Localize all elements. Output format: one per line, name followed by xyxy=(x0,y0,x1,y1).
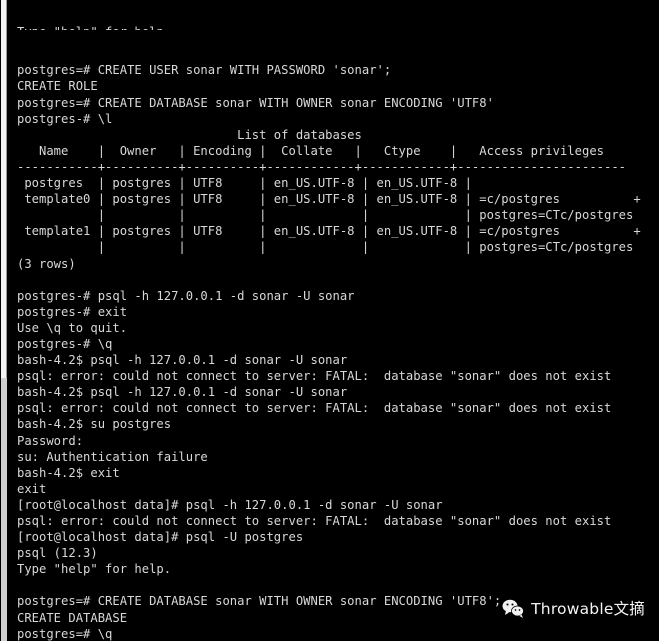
terminal-line: (3 rows) xyxy=(17,256,76,271)
terminal-line: psql (12.3) xyxy=(17,546,98,561)
terminal-line: postgres-# exit xyxy=(17,304,128,319)
terminal-line: Name | Owner | Encoding | Collate | Ctyp… xyxy=(17,143,604,158)
terminal-line: | | | | | postgres=CTc/postgres xyxy=(17,208,634,223)
terminal-line: CREATE DATABASE xyxy=(17,610,128,625)
terminal-line: bash-4.2$ exit xyxy=(17,465,120,480)
terminal-line: postgres=# CREATE DATABASE sonar WITH OW… xyxy=(17,594,502,609)
terminal-line: postgres-# \q xyxy=(17,336,113,351)
terminal-line: List of databases xyxy=(17,127,362,142)
scrollbar-thumb[interactable] xyxy=(1,0,7,378)
terminal-line: bash-4.2$ psql -h 127.0.0.1 -d sonar -U … xyxy=(17,353,348,368)
terminal-window: Type "help" for help. postgres=# CREATE … xyxy=(0,0,659,641)
terminal-line: template0 | postgres | UTF8 | en_US.UTF-… xyxy=(17,192,641,207)
terminal-line: Type "help" for help. xyxy=(17,562,172,577)
terminal-line: exit xyxy=(17,481,47,496)
terminal-line: Password: xyxy=(17,433,84,448)
terminal-line: -----------+----------+----------+------… xyxy=(17,159,627,174)
terminal-line: psql: error: could not connect to server… xyxy=(17,401,612,416)
terminal-line: [root@localhost data]# psql -h 127.0.0.1… xyxy=(17,497,443,512)
terminal-line: template1 | postgres | UTF8 | en_US.UTF-… xyxy=(17,224,641,239)
terminal-line: | | | | | postgres=CTc/postgres xyxy=(17,240,634,255)
terminal-line: psql: error: could not connect to server… xyxy=(17,514,612,528)
clipped-top-line: Type "help" for help. xyxy=(9,24,659,30)
terminal-line: postgres=# \q xyxy=(17,626,113,641)
terminal-line: psql: error: could not connect to server… xyxy=(17,369,612,384)
terminal-line: postgres=# CREATE DATABASE sonar WITH OW… xyxy=(17,95,494,110)
terminal-line: su: Authentication failure xyxy=(17,449,208,464)
terminal-line: postgres | postgres | UTF8 | en_US.UTF-8… xyxy=(17,176,472,191)
terminal-line: Use \q to quit. xyxy=(17,320,128,335)
terminal-line: postgres-# psql -h 127.0.0.1 -d sonar -U… xyxy=(17,288,355,303)
terminal-line: CREATE ROLE xyxy=(17,79,98,94)
terminal-line: bash-4.2$ su postgres xyxy=(17,417,172,432)
terminal-line: bash-4.2$ psql -h 127.0.0.1 -d sonar -U … xyxy=(17,385,348,400)
terminal-line-container: postgres=# CREATE USER sonar WITH PASSWO… xyxy=(9,62,659,641)
terminal-line: postgres-# \l xyxy=(17,111,113,126)
terminal-line: [root@localhost data]# psql -U postgres xyxy=(17,530,304,545)
terminal-line: postgres=# CREATE USER sonar WITH PASSWO… xyxy=(17,63,392,78)
terminal-output[interactable]: Type "help" for help. postgres=# CREATE … xyxy=(9,0,659,641)
scrollbar[interactable] xyxy=(0,0,9,641)
